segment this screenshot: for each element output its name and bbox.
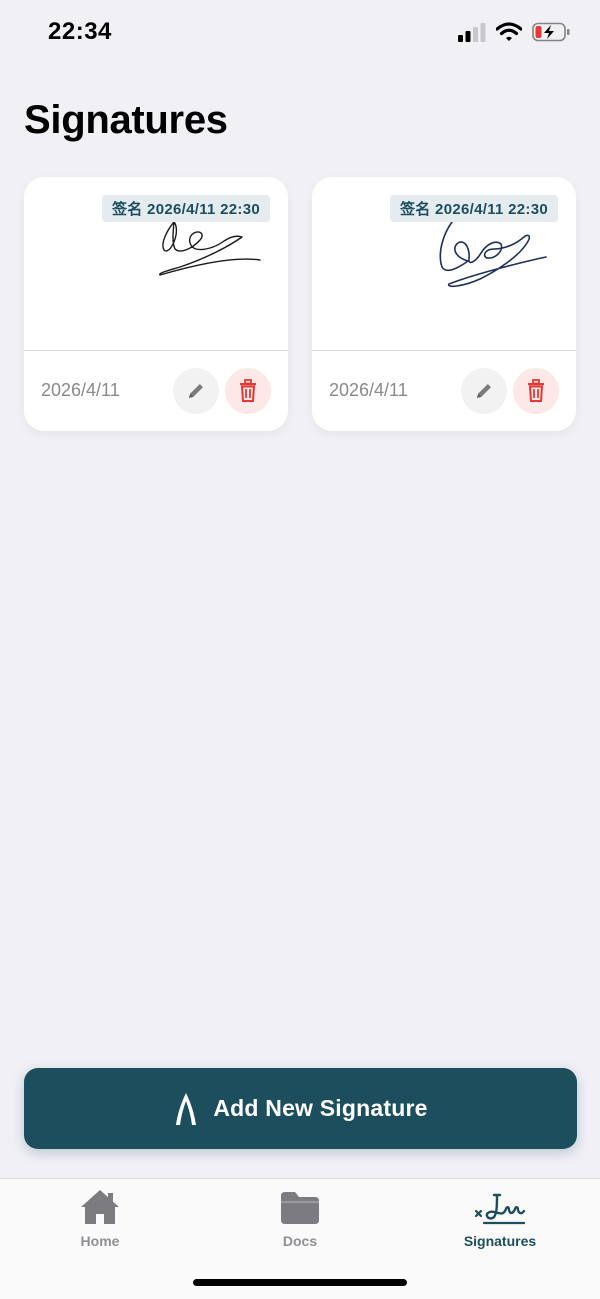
add-new-signature-button[interactable]: Add New Signature — [24, 1068, 577, 1149]
delete-signature-button[interactable] — [225, 368, 271, 414]
page-title: Signatures — [24, 98, 228, 142]
battery-charging-icon — [532, 22, 570, 42]
signature-date: 2026/4/11 — [41, 380, 120, 400]
signature-card[interactable]: 签名 2026/4/11 22:30 2026/4/11 — [24, 177, 288, 431]
signatures-screen: 22:34 Signatures 签名 2026/4/11 22:30 2026… — [0, 0, 600, 1299]
status-time: 22:34 — [48, 18, 112, 45]
tab-docs-label: Docs — [282, 1233, 318, 1249]
signature-date: 2026/4/11 — [329, 380, 408, 400]
tab-signatures-label: Signatures — [463, 1233, 537, 1249]
signature-card[interactable]: 签名 2026/4/11 22:30 2026/4/11 — [312, 177, 576, 431]
home-indicator — [193, 1279, 407, 1286]
add-new-signature-label: Add New Signature — [213, 1095, 428, 1121]
edit-signature-button[interactable] — [461, 368, 507, 414]
trash-icon — [528, 379, 544, 402]
edit-signature-button[interactable] — [173, 368, 219, 414]
home-icon — [81, 1190, 119, 1224]
pen-nib-icon — [176, 1092, 197, 1125]
status-bar: 22:34 — [0, 0, 600, 66]
tab-signatures[interactable]: Signatures — [400, 1187, 600, 1251]
tab-home-label: Home — [80, 1233, 120, 1249]
pencil-icon — [477, 384, 491, 398]
trash-icon — [240, 379, 256, 402]
signature-icon — [474, 1193, 526, 1225]
tab-docs[interactable]: Docs — [200, 1187, 400, 1251]
wifi-icon — [496, 22, 522, 41]
folder-icon — [281, 1192, 319, 1224]
card-divider — [24, 350, 288, 351]
status-icons — [458, 22, 570, 42]
delete-signature-button[interactable] — [513, 368, 559, 414]
pencil-icon — [189, 384, 203, 398]
cellular-signal-icon — [458, 23, 486, 42]
signature-preview[interactable]: 签名 2026/4/11 22:30 — [312, 177, 576, 350]
signature-timestamp-badge: 签名 2026/4/11 22:30 — [389, 195, 558, 222]
signature-preview[interactable]: 签名 2026/4/11 22:30 — [24, 177, 288, 350]
card-divider — [312, 350, 576, 351]
signature-timestamp-badge: 签名 2026/4/11 22:30 — [101, 195, 270, 222]
tab-home[interactable]: Home — [0, 1187, 200, 1251]
